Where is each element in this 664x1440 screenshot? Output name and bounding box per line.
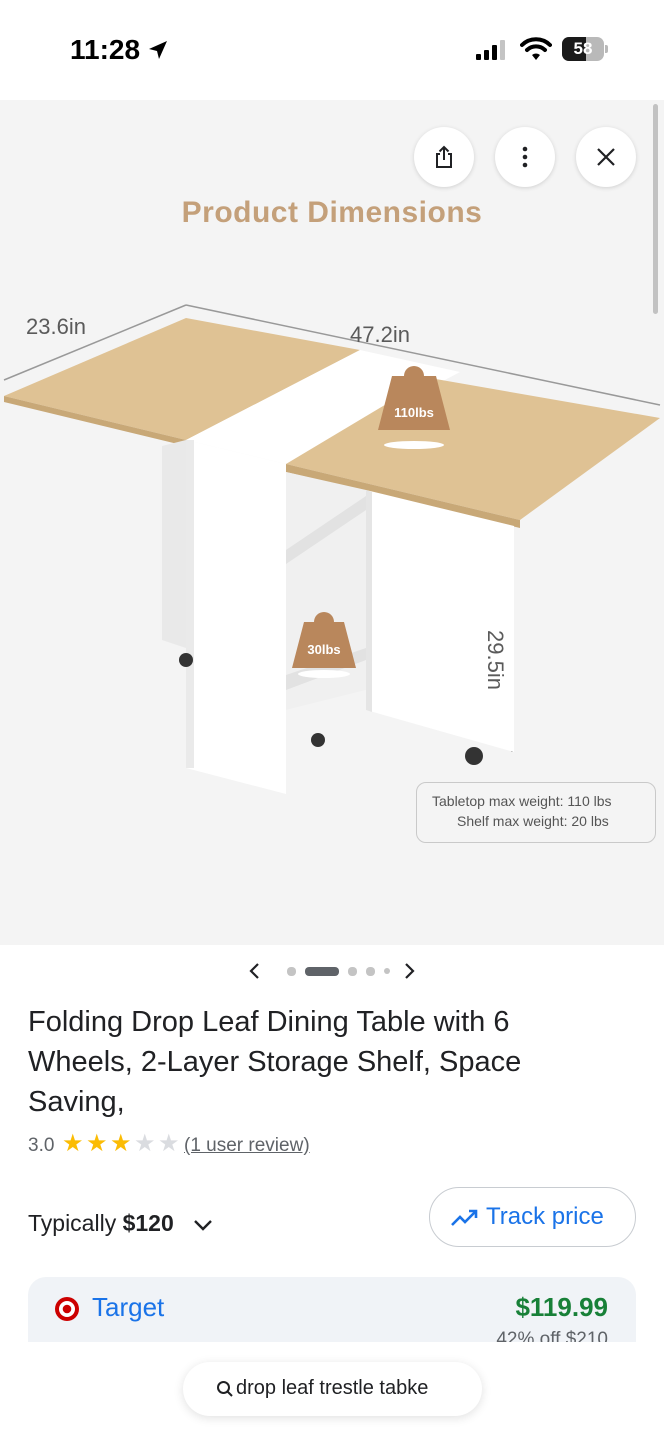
tabletop-weight-label: 110lbs [394, 405, 434, 420]
length-dimension: 47.2in [350, 322, 410, 347]
typical-price[interactable]: Typically $120 [28, 1210, 174, 1237]
search-pill[interactable]: drop leaf trestle tabke [183, 1362, 482, 1416]
seller-name[interactable]: Target [92, 1292, 164, 1323]
typical-price-prefix: Typically [28, 1210, 117, 1236]
star-filled-icon: ★ [62, 1130, 84, 1157]
height-dimension: 29.5in [483, 630, 508, 690]
image-carousel-nav [0, 955, 664, 987]
cellular-signal-icon [476, 40, 505, 60]
share-icon [436, 145, 452, 168]
product-image-viewer[interactable]: Product Dimensions 23.6in 47.2in 29.5in … [0, 100, 664, 945]
track-price-label: Track price [486, 1203, 604, 1230]
scrollbar[interactable] [653, 104, 658, 314]
image-title: Product Dimensions [181, 196, 483, 229]
track-price-button[interactable]: Track price [429, 1187, 636, 1247]
star-empty-icon: ★ [134, 1130, 156, 1157]
reviews-link[interactable]: (1 user review) [184, 1135, 310, 1157]
search-icon [217, 1381, 233, 1397]
product-title: Folding Drop Leaf Dining Table with 6 Wh… [28, 1006, 522, 1118]
typical-price-value: $120 [122, 1210, 174, 1236]
chevron-down-icon[interactable] [192, 1218, 214, 1234]
star-filled-icon: ★ [110, 1130, 132, 1157]
star-empty-icon: ★ [158, 1130, 180, 1157]
battery-icon: 58 [562, 37, 608, 61]
rating-value: 3.0 [28, 1135, 55, 1156]
shelf-weight-label: 30lbs [307, 642, 341, 657]
close-icon [597, 148, 615, 166]
chevron-right-icon[interactable] [400, 959, 420, 983]
wifi-icon [520, 37, 552, 60]
star-filled-icon: ★ [86, 1130, 108, 1157]
battery-level: 58 [573, 39, 593, 58]
status-bar: 11:28 58 [0, 0, 664, 100]
close-button[interactable] [576, 127, 636, 187]
chevron-left-icon[interactable] [244, 959, 264, 983]
trending-up-icon [451, 1209, 478, 1226]
seller-price: $119.99 [515, 1292, 608, 1322]
more-options-button[interactable] [495, 127, 555, 187]
weight-note-box: Tabletop max weight: 110 lbs Shelf max w… [416, 782, 656, 843]
carousel-dot-active[interactable] [305, 967, 339, 976]
carousel-dot[interactable] [366, 967, 375, 976]
carousel-dot[interactable] [287, 967, 296, 976]
width-dimension: 23.6in [26, 314, 86, 339]
location-arrow-icon [149, 41, 167, 59]
shelf-weight-note: Shelf max weight: 20 lbs [457, 813, 609, 829]
seller-offer-card[interactable]: Target $119.99 42% off $210 [28, 1277, 636, 1347]
target-logo-icon [55, 1297, 79, 1321]
search-query: drop leaf trestle tabke [236, 1377, 429, 1399]
tabletop-weight-note: Tabletop max weight: 110 lbs [432, 793, 612, 809]
carousel-dot[interactable] [348, 967, 357, 976]
share-button[interactable] [414, 127, 474, 187]
more-vert-icon [522, 146, 528, 168]
status-time: 11:28 [70, 34, 141, 65]
carousel-dot[interactable] [384, 968, 390, 974]
